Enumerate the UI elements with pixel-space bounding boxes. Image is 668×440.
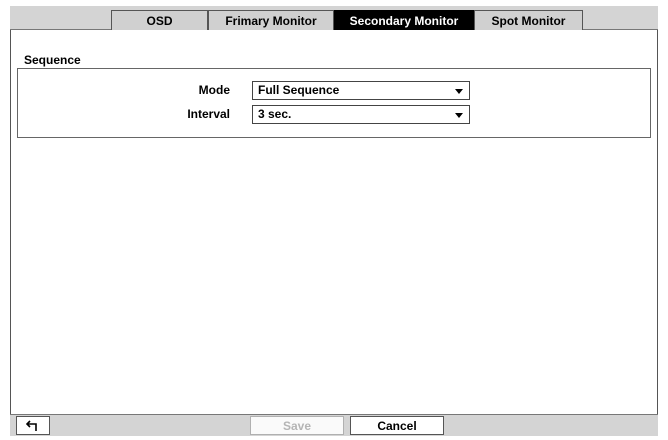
sequence-section [17,68,651,138]
tab-osd[interactable]: OSD [111,10,208,30]
save-button[interactable]: Save [250,416,344,435]
footer-bar: Save Cancel [10,414,658,436]
chevron-down-icon [455,113,463,118]
tab-spot-monitor[interactable]: Spot Monitor [474,10,583,30]
return-arrow-icon [26,419,37,431]
mode-select[interactable]: Full Sequence [252,81,470,100]
back-button[interactable] [16,416,50,435]
sequence-section-title: Sequence [24,53,81,67]
mode-value: Full Sequence [258,83,340,97]
tab-bar: OSD Frimary Monitor Secondary Monitor Sp… [10,6,658,30]
tab-secondary-monitor[interactable]: Secondary Monitor [334,10,474,30]
interval-value: 3 sec. [258,107,292,121]
chevron-down-icon [455,89,463,94]
interval-select[interactable]: 3 sec. [252,105,470,124]
mode-label: Mode [198,83,230,97]
cancel-button[interactable]: Cancel [350,416,444,435]
interval-label: Interval [187,107,230,121]
tab-primary-monitor[interactable]: Frimary Monitor [208,10,334,30]
